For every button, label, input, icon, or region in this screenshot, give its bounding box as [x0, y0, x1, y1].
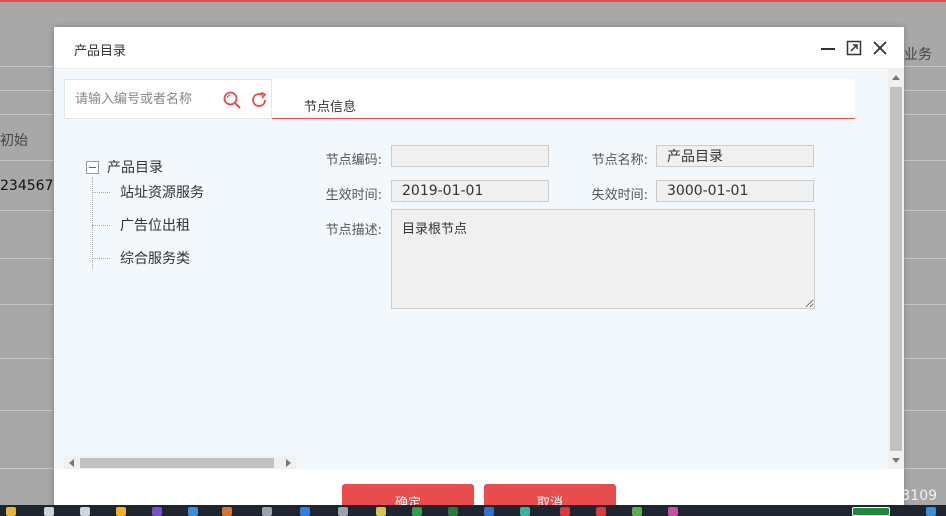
- description-textarea[interactable]: 目录根节点: [391, 209, 815, 309]
- node-code-field[interactable]: [391, 145, 549, 167]
- scroll-up-arrow-icon[interactable]: [892, 75, 900, 80]
- taskbar: [0, 505, 946, 516]
- app-icon[interactable]: [484, 507, 494, 516]
- task-view-icon[interactable]: [80, 507, 90, 516]
- scroll-left-arrow-icon[interactable]: [69, 459, 74, 467]
- close-icon[interactable]: [871, 39, 889, 57]
- app-icon[interactable]: [668, 507, 678, 516]
- tab-node-info[interactable]: 节点信息: [304, 96, 356, 115]
- app-icon[interactable]: [412, 507, 422, 516]
- tree-connector: [92, 191, 110, 193]
- node-name-label: 节点名称:: [591, 153, 648, 168]
- tree-node-child[interactable]: 站址资源服务: [92, 182, 204, 202]
- app-icon[interactable]: [222, 507, 232, 516]
- collapse-icon[interactable]: [86, 160, 99, 174]
- app-icon[interactable]: [300, 507, 310, 516]
- maximize-icon[interactable]: [845, 39, 863, 57]
- tree-node-label: 站址资源服务: [120, 185, 204, 201]
- app-icon[interactable]: [338, 507, 348, 516]
- scrollbar-thumb[interactable]: [890, 87, 902, 451]
- effective-date-label: 生效时间:: [325, 188, 382, 203]
- background-text: 业务: [904, 47, 932, 63]
- tree-panel: 产品目录 站址资源服务 广告位出租 综合服务类: [64, 79, 272, 411]
- watermark: https://blog.csdn.net/weixin_42743109: [664, 488, 938, 504]
- search-input[interactable]: [65, 80, 215, 118]
- dialog-vertical-scrollbar[interactable]: [888, 69, 904, 469]
- app-icon[interactable]: [632, 507, 642, 516]
- tree-connector: [92, 257, 110, 259]
- product-catalog-dialog: 产品目录 请输入编号或者名称 产品目录 站址资源服务 广告位出租 综合服务类 节…: [54, 27, 904, 516]
- background-text: 初始: [0, 133, 28, 149]
- page-top-accent-line: [0, 0, 946, 2]
- dialog-title: 产品目录: [74, 44, 127, 59]
- app-icon[interactable]: [560, 507, 570, 516]
- scroll-down-arrow-icon[interactable]: [892, 458, 900, 463]
- tree-node-root[interactable]: 产品目录: [86, 157, 163, 177]
- dialog-body: 产品目录 站址资源服务 广告位出租 综合服务类 节点信息: [54, 69, 904, 470]
- tree-node-label: 广告位出租: [120, 218, 190, 234]
- scroll-right-arrow-icon[interactable]: [286, 459, 291, 467]
- tree-horizontal-scrollbar[interactable]: [64, 456, 296, 470]
- app-icon[interactable]: [376, 507, 386, 516]
- expire-date-field[interactable]: [656, 180, 814, 202]
- effective-date-field[interactable]: [391, 180, 549, 202]
- app-icon[interactable]: [262, 507, 272, 516]
- app-icon[interactable]: [520, 507, 530, 516]
- tray-icon[interactable]: [852, 507, 890, 516]
- folder-icon[interactable]: [6, 507, 16, 516]
- app-icon[interactable]: [448, 507, 458, 516]
- node-detail-panel: 节点信息 节点编码: 节点名称: 生效时间: 失效时间: 节点描述: 目录根节点: [272, 79, 855, 411]
- dialog-header: 产品目录: [54, 27, 904, 69]
- search-icon[interactable]: [44, 507, 54, 516]
- search-icon[interactable]: [222, 90, 242, 110]
- refresh-icon[interactable]: [249, 90, 269, 110]
- node-code-label: 节点编码:: [325, 153, 382, 168]
- minimize-icon[interactable]: [819, 39, 837, 57]
- tray-icon[interactable]: [926, 507, 936, 516]
- background-text: 234567: [0, 178, 54, 194]
- tree-node-label: 产品目录: [107, 160, 163, 176]
- app-icon[interactable]: [188, 507, 198, 516]
- search-box: [64, 79, 272, 119]
- tree-node-child[interactable]: 综合服务类: [92, 248, 190, 268]
- tree-node-child[interactable]: 广告位出租: [92, 215, 190, 235]
- tab-strip: 节点信息: [272, 79, 855, 119]
- tree-node-label: 综合服务类: [120, 251, 190, 267]
- app-icon[interactable]: [116, 507, 126, 516]
- scrollbar-thumb[interactable]: [80, 458, 274, 468]
- node-name-field[interactable]: [656, 145, 814, 167]
- app-icon[interactable]: [596, 507, 606, 516]
- description-label: 节点描述:: [325, 223, 382, 238]
- expire-date-label: 失效时间:: [591, 188, 648, 203]
- app-icon[interactable]: [152, 507, 162, 516]
- tree-connector: [92, 224, 110, 226]
